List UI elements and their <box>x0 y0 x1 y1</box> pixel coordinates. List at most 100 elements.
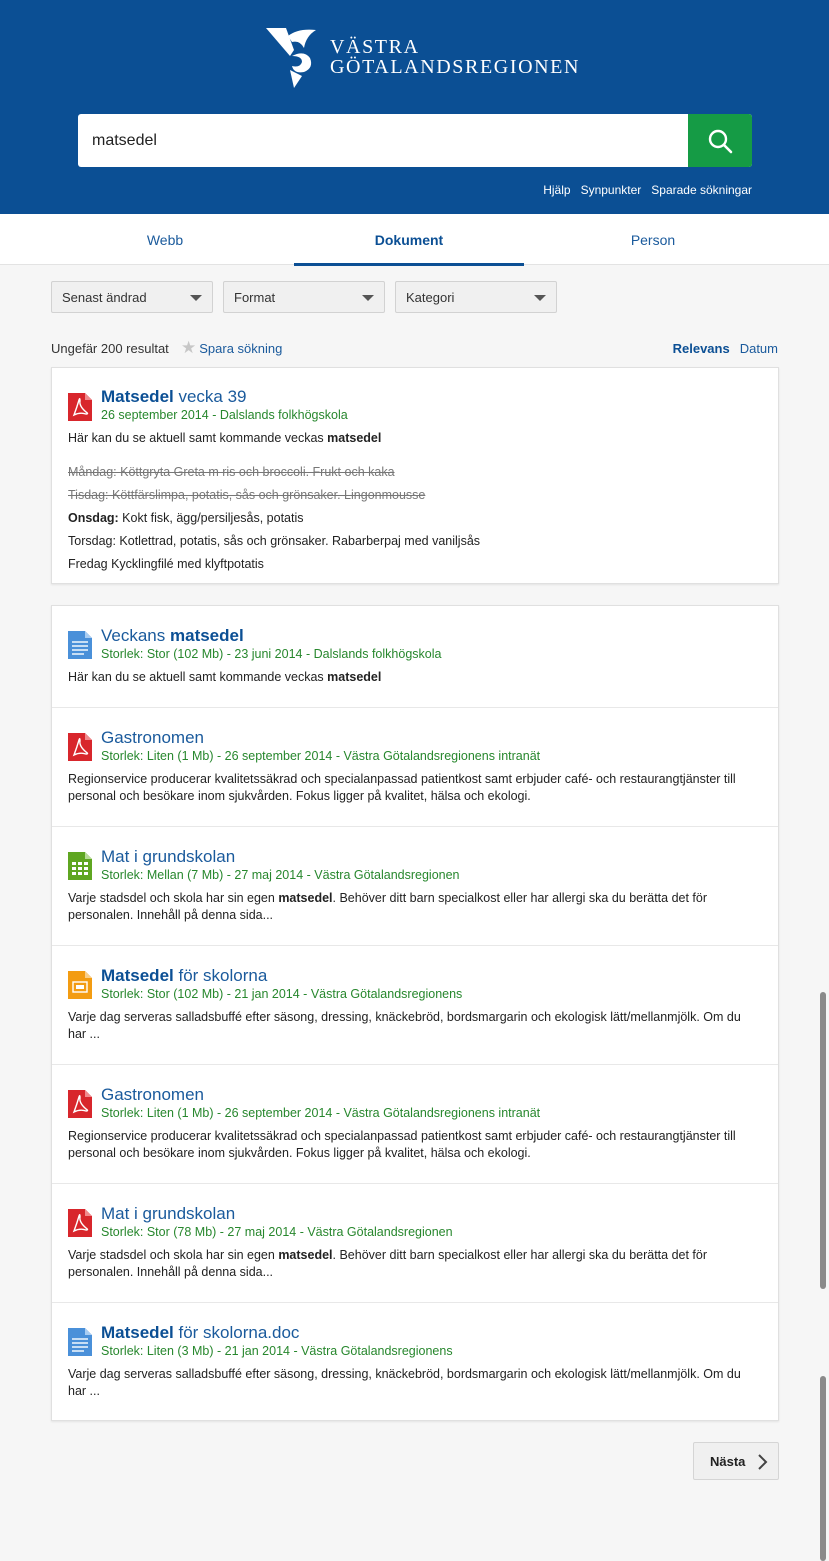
filter-label: Kategori <box>406 289 455 305</box>
result-title-link[interactable]: Matsedel för skolorna <box>101 966 762 985</box>
sort-relevance[interactable]: Relevans <box>673 341 730 356</box>
snippet-text: Regionservice producerar kvalitetssäkrad… <box>68 1129 736 1160</box>
result-title-link[interactable]: Veckans matsedel <box>101 626 762 645</box>
search-button[interactable] <box>688 114 752 167</box>
result-snippet: Regionservice producerar kvalitetssäkrad… <box>68 1128 762 1162</box>
filter-category[interactable]: Kategori <box>395 281 557 313</box>
result-meta: Storlek: Liten (1 Mb) - 26 september 201… <box>101 749 541 763</box>
result-title-link[interactable]: Gastronomen <box>101 728 762 747</box>
doc-icon <box>68 1328 92 1359</box>
title-highlight: Matsedel <box>101 1323 174 1342</box>
tab-webb[interactable]: Webb <box>40 214 290 265</box>
sort-options: Relevans Datum <box>673 341 778 356</box>
result-meta: Storlek: Liten (1 Mb) - 26 september 201… <box>101 1106 541 1120</box>
caret-down-icon <box>190 295 202 301</box>
scrollbar-thumb-secondary[interactable] <box>820 1376 826 1561</box>
day-text: Kokt fisk, ägg/persiljesås, potatis <box>118 511 304 525</box>
result-item: Veckans matsedel Storlek: Stor (102 Mb) … <box>52 606 778 708</box>
snippet-text: Varje dag serveras salladsbuffé efter sä… <box>68 1367 741 1398</box>
title-text: Mat i grundskolan <box>101 1204 236 1223</box>
featured-result: Matsedel vecka 39 26 september 2014 - Da… <box>52 368 778 576</box>
filter-label: Senast ändrad <box>62 289 147 305</box>
title-highlight: matsedel <box>170 626 244 645</box>
presentation-icon <box>68 971 92 1002</box>
snippet-highlight: matsedel <box>327 670 382 684</box>
chevron-right-icon <box>758 1454 768 1470</box>
filter-format[interactable]: Format <box>223 281 385 313</box>
doc-icon <box>68 631 92 662</box>
menu-line-friday: Fredag Kycklingfilé med klyftpotatis <box>68 557 264 571</box>
title-text: Gastronomen <box>101 1085 204 1104</box>
result-meta: Storlek: Mellan (7 Mb) - 27 maj 2014 - V… <box>101 868 460 882</box>
result-snippet: Varje dag serveras salladsbuffé efter sä… <box>68 1366 762 1400</box>
next-label: Nästa <box>710 1453 746 1469</box>
snippet-highlight: matsedel <box>327 431 382 445</box>
feedback-link[interactable]: Synpunkter <box>581 183 642 197</box>
result-meta: 26 september 2014 - Dalslands folkhögsko… <box>101 408 348 422</box>
spreadsheet-icon <box>68 852 92 883</box>
search-box <box>78 114 752 167</box>
filter-last-modified[interactable]: Senast ändrad <box>51 281 213 313</box>
result-snippet: Varje dag serveras salladsbuffé efter sä… <box>68 1009 762 1043</box>
title-text: vecka 39 <box>173 387 247 406</box>
result-item: Mat i grundskolan Storlek: Stor (78 Mb) … <box>52 1184 778 1303</box>
logo-line-2: GÖTALANDSREGIONEN <box>330 56 581 78</box>
sort-date[interactable]: Datum <box>740 341 778 356</box>
title-text: för skolorna <box>173 966 268 985</box>
menu-line-monday: Måndag: Köttgryta Greta m ris och brocco… <box>68 465 395 479</box>
snippet-text: Här kan du se aktuell samt kommande veck… <box>68 431 328 445</box>
result-snippet: Här kan du se aktuell samt kommande veck… <box>68 669 762 686</box>
result-count: Ungefär 200 resultat <box>51 341 169 356</box>
menu-lines: Måndag: Köttgryta Greta m ris och brocco… <box>68 461 762 576</box>
next-page-button[interactable]: Nästa <box>693 1442 779 1480</box>
filter-label: Format <box>234 289 276 305</box>
result-meta: Storlek: Stor (102 Mb) - 23 juni 2014 - … <box>101 647 442 661</box>
result-snippet: Varje stadsdel och skola har sin egen ma… <box>68 890 762 924</box>
result-title-link[interactable]: Mat i grundskolan <box>101 847 762 866</box>
result-item: Mat i grundskolan Storlek: Mellan (7 Mb)… <box>52 827 778 946</box>
snippet-highlight: matsedel <box>278 891 333 905</box>
result-item: Matsedel för skolorna Storlek: Stor (102… <box>52 946 778 1065</box>
result-item: Gastronomen Storlek: Liten (1 Mb) - 26 s… <box>52 708 778 827</box>
result-snippet: Regionservice producerar kvalitetssäkrad… <box>68 771 762 805</box>
result-title-link[interactable]: Gastronomen <box>101 1085 762 1104</box>
caret-down-icon <box>362 295 374 301</box>
save-search-link[interactable]: ★ Spara sökning <box>181 338 282 357</box>
scrollbar-thumb[interactable] <box>820 992 826 1289</box>
result-item: Gastronomen Storlek: Liten (1 Mb) - 26 s… <box>52 1065 778 1184</box>
vgr-logo[interactable]: VÄSTRA GÖTALANDSREGIONEN <box>264 26 580 88</box>
search-input[interactable] <box>78 114 688 167</box>
pdf-icon <box>68 393 92 424</box>
tab-person[interactable]: Person <box>528 214 778 265</box>
tab-bar: Webb Dokument Person <box>0 214 829 266</box>
title-text: för skolorna.doc <box>173 1323 300 1342</box>
title-highlight: Matsedel <box>101 966 174 985</box>
pdf-icon <box>68 1090 92 1121</box>
result-meta: Storlek: Stor (78 Mb) - 27 maj 2014 - Vä… <box>101 1225 453 1239</box>
result-title-link[interactable]: Matsedel vecka 39 <box>101 387 762 406</box>
result-meta: Storlek: Liten (3 Mb) - 21 jan 2014 - Vä… <box>101 1344 453 1358</box>
snippet-text: Varje dag serveras salladsbuffé efter sä… <box>68 1010 741 1041</box>
tab-dokument[interactable]: Dokument <box>294 214 524 266</box>
snippet-text: Varje stadsdel och skola har sin egen <box>68 891 279 905</box>
snippet-text: Varje stadsdel och skola har sin egen <box>68 1248 279 1262</box>
title-text: Gastronomen <box>101 728 204 747</box>
day-label: Onsdag: <box>68 511 119 525</box>
result-snippet: Här kan du se aktuell samt kommande veck… <box>68 430 762 447</box>
menu-line-tuesday: Tisdag: Köttfärslimpa, potatis, sås och … <box>68 488 426 502</box>
menu-line-thursday: Torsdag: Kotlettrad, potatis, sås och gr… <box>68 534 481 548</box>
saved-searches-link[interactable]: Sparade sökningar <box>651 183 752 197</box>
star-icon: ★ <box>181 338 197 357</box>
logo-text: VÄSTRA GÖTALANDSREGIONEN <box>330 37 580 77</box>
title-text: Veckans <box>101 626 170 645</box>
result-title-link[interactable]: Mat i grundskolan <box>101 1204 762 1223</box>
result-title-link[interactable]: Matsedel för skolorna.doc <box>101 1323 762 1342</box>
snippet-highlight: matsedel <box>278 1248 333 1262</box>
caret-down-icon <box>534 295 546 301</box>
pdf-icon <box>68 1209 92 1240</box>
header-links: Hjälp Synpunkter Sparade sökningar <box>543 183 752 197</box>
result-meta: Storlek: Stor (102 Mb) - 21 jan 2014 - V… <box>101 987 463 1001</box>
snippet-text: Här kan du se aktuell samt kommande veck… <box>68 670 328 684</box>
help-link[interactable]: Hjälp <box>543 183 570 197</box>
vgr-logo-mark <box>266 28 316 88</box>
